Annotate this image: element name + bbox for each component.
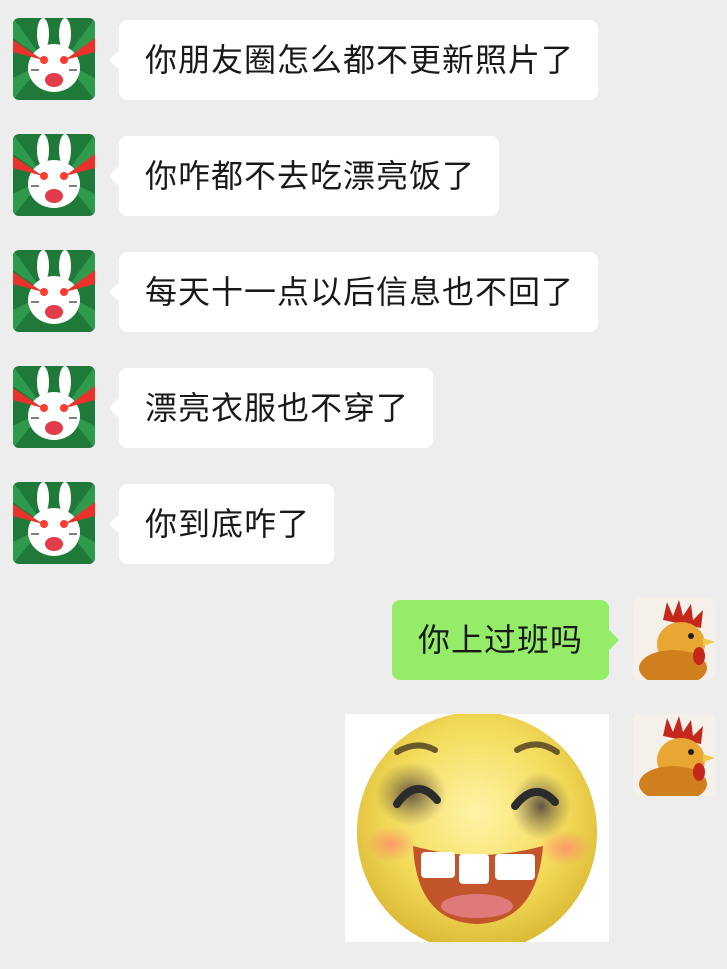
message-bubble[interactable]: 你朋友圈怎么都不更新照片了 [108,20,599,100]
message-row-incoming: 你朋友圈怎么都不更新照片了 [0,18,727,102]
message-row-incoming: 你到底咋了 [0,482,727,566]
rooster-avatar[interactable] [633,598,715,680]
rabbit-laser-eyes-avatar[interactable] [13,18,95,100]
rabbit-laser-eyes-avatar[interactable] [13,134,95,216]
message-row-outgoing: 你上过班吗 [0,598,727,682]
message-bubble[interactable]: 每天十一点以后信息也不回了 [108,252,599,332]
message-bubble[interactable]: 你上过班吗 [391,600,620,680]
message-bubble[interactable]: 你咋都不去吃漂亮饭了 [108,136,500,216]
bruised-smiling-emoji-sticker[interactable] [345,714,609,942]
message-row-incoming: 漂亮衣服也不穿了 [0,366,727,450]
rooster-avatar[interactable] [633,714,715,796]
rabbit-laser-eyes-avatar[interactable] [13,250,95,332]
message-bubble[interactable]: 漂亮衣服也不穿了 [108,368,434,448]
message-bubble[interactable]: 你到底咋了 [108,484,335,564]
message-row-incoming: 你咋都不去吃漂亮饭了 [0,134,727,218]
message-row-incoming: 每天十一点以后信息也不回了 [0,250,727,334]
rabbit-laser-eyes-avatar[interactable] [13,366,95,448]
rabbit-laser-eyes-avatar[interactable] [13,482,95,564]
